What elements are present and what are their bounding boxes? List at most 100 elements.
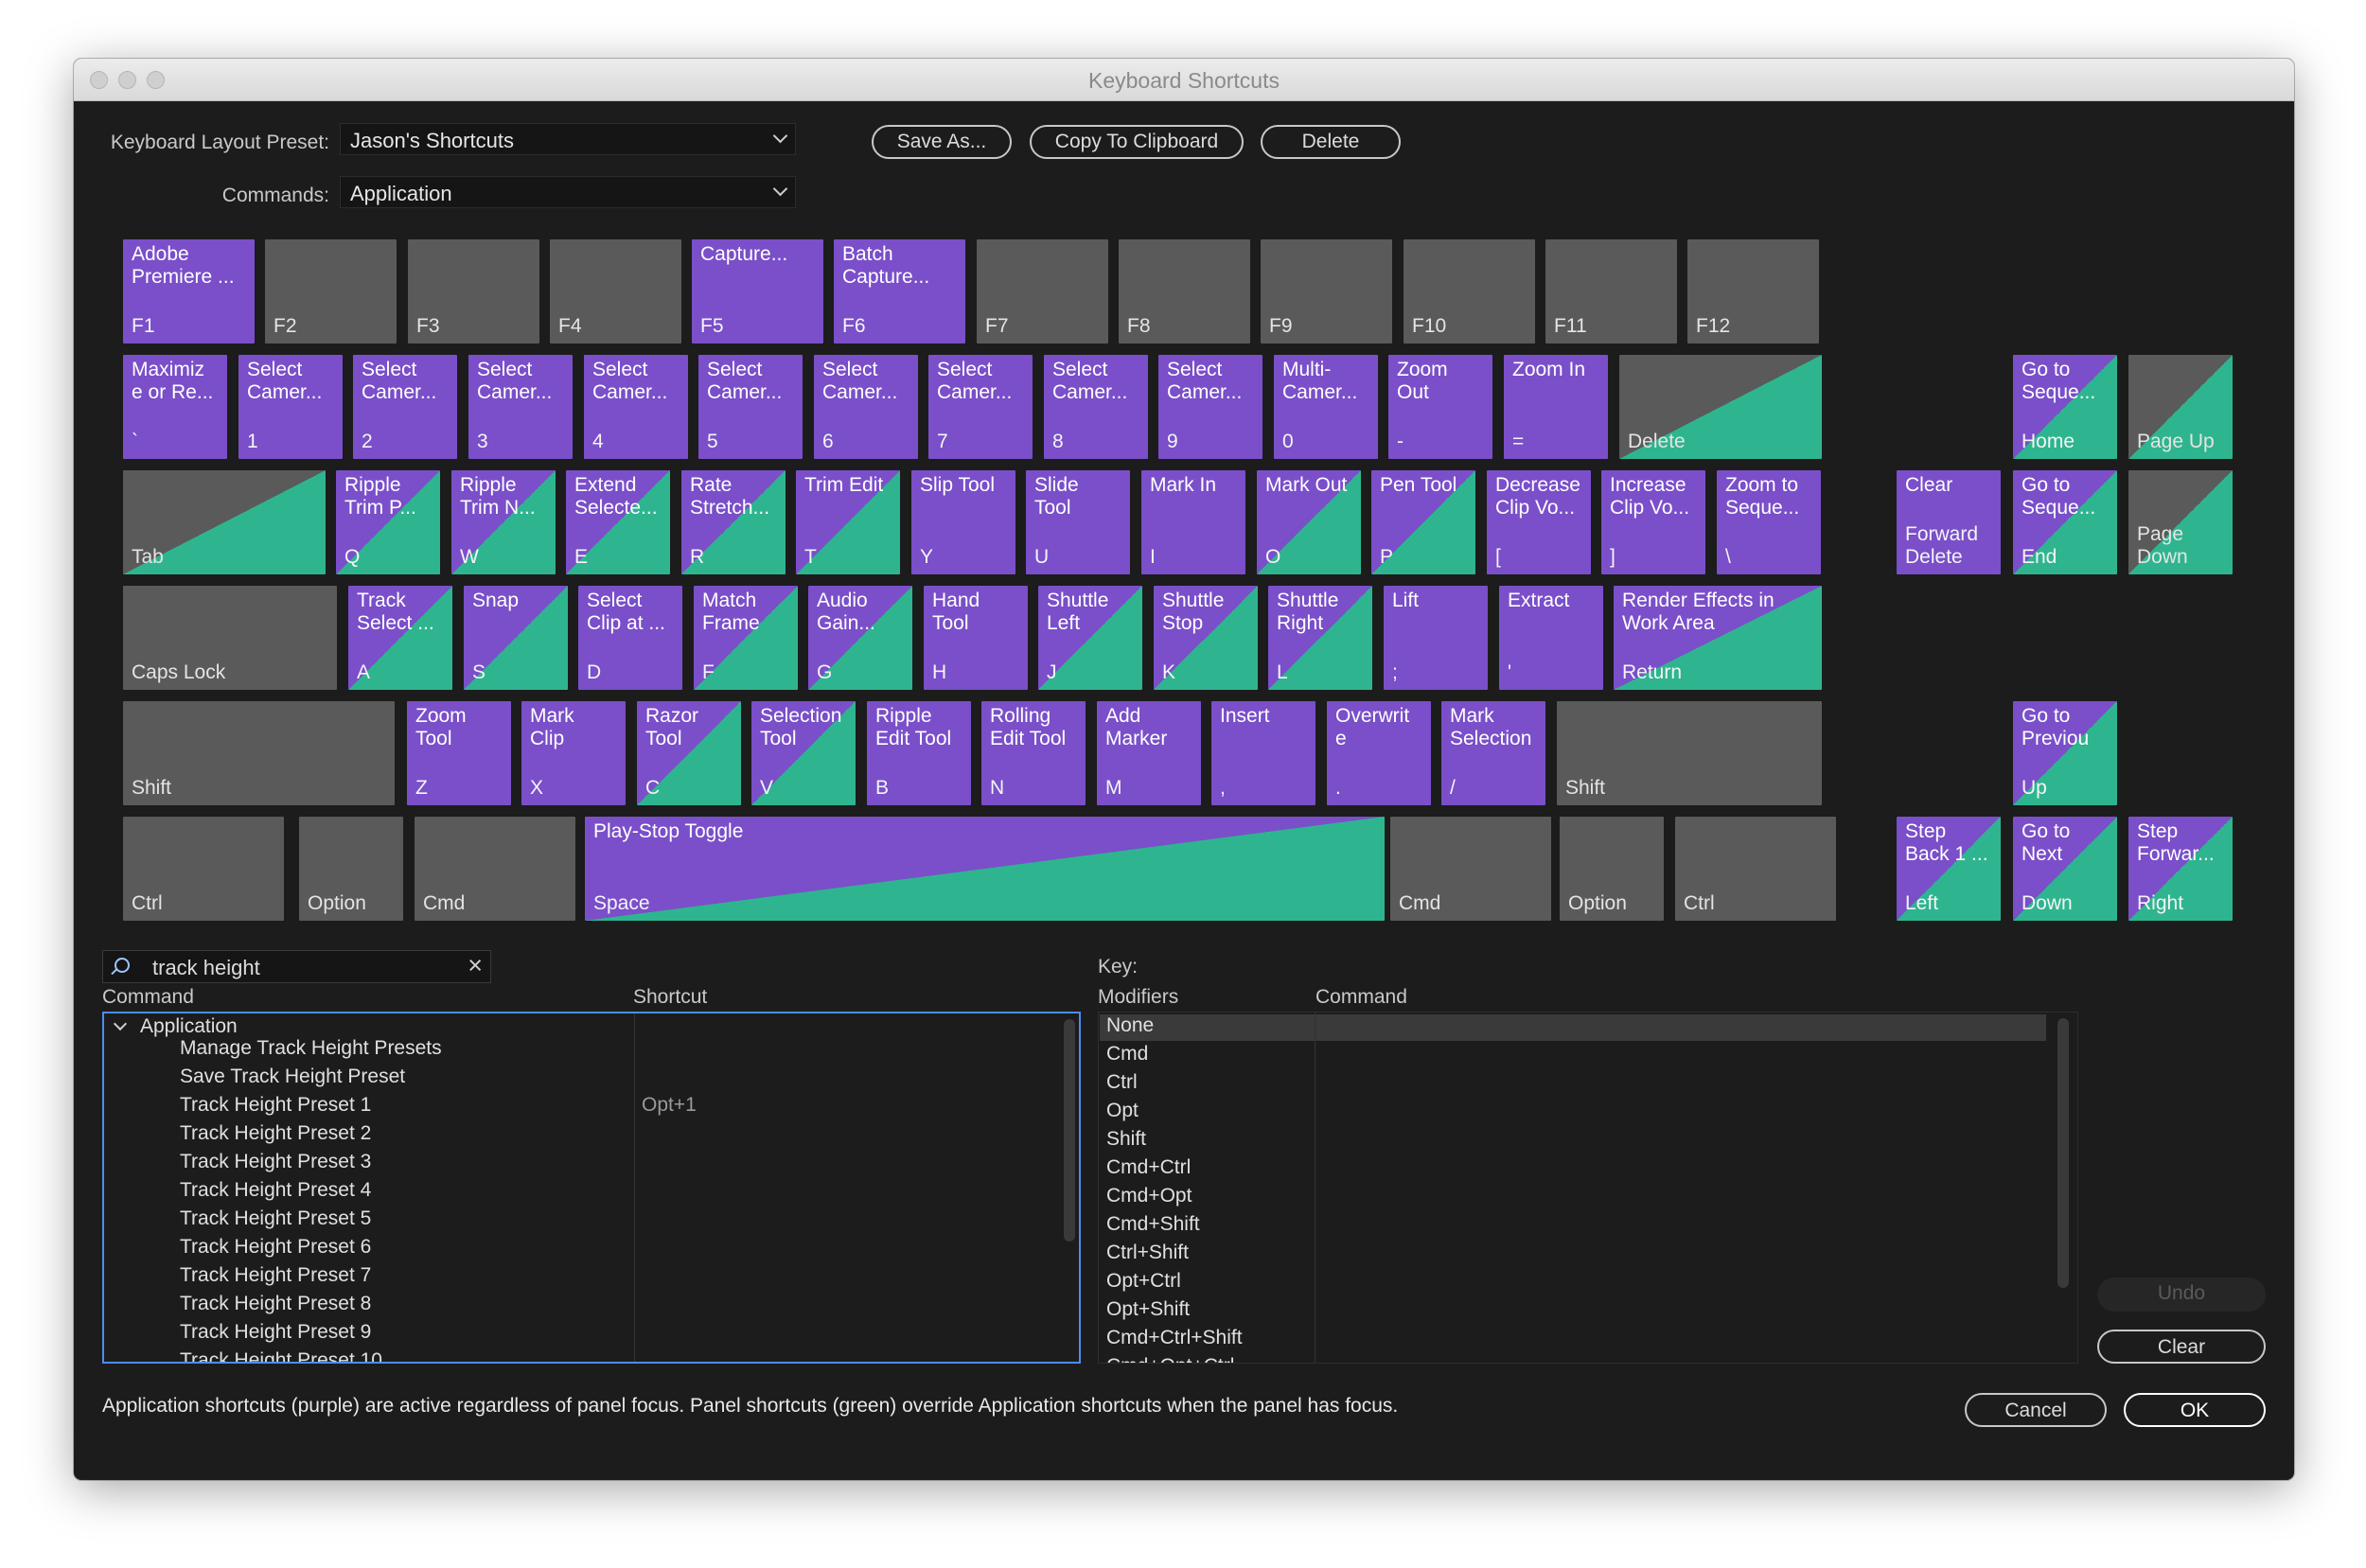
modifier-row[interactable]: Cmd+Shift <box>1106 1213 1200 1242</box>
title-bar[interactable]: Keyboard Shortcuts <box>74 59 2294 101</box>
key-[interactable]: Zoom In = <box>1504 355 1608 459</box>
command-row[interactable]: Track Height Preset 6 <box>180 1236 371 1264</box>
key-t[interactable]: Trim Edit T <box>796 470 900 574</box>
key-f2[interactable]: F2 <box>265 239 397 344</box>
key-[interactable]: Extract ' <box>1499 586 1603 690</box>
clear-search-icon[interactable]: × <box>468 951 483 980</box>
delete-preset-button[interactable]: Delete <box>1261 125 1401 159</box>
key-f6[interactable]: Batch Capture... F6 <box>834 239 965 344</box>
search-field[interactable]: track height × <box>102 950 491 983</box>
key-z[interactable]: Zoom Tool Z <box>407 701 511 805</box>
preset-select[interactable]: Jason's Shortcuts <box>340 123 796 155</box>
key-f4[interactable]: F4 <box>550 239 681 344</box>
key-r[interactable]: Rate Stretch... R <box>681 470 786 574</box>
scrollbar-thumb[interactable] <box>1064 1019 1075 1242</box>
key-ctrl[interactable]: Ctrl <box>123 817 284 921</box>
modifier-row[interactable]: Cmd+Opt <box>1106 1185 1192 1213</box>
modifier-row[interactable]: Opt+Shift <box>1106 1298 1190 1327</box>
key-i[interactable]: Mark In I <box>1141 470 1245 574</box>
key-l[interactable]: Shuttle Right L <box>1268 586 1372 690</box>
key-shift[interactable]: Shift <box>123 701 395 805</box>
key-c[interactable]: Razor Tool C <box>637 701 741 805</box>
ok-button[interactable]: OK <box>2124 1393 2266 1427</box>
chevron-down-icon[interactable] <box>113 1016 128 1031</box>
key-w[interactable]: Ripple Trim N... W <box>451 470 556 574</box>
key-n[interactable]: Rolling Edit Tool N <box>981 701 1086 805</box>
key-f9[interactable]: F9 <box>1261 239 1392 344</box>
modifier-row[interactable]: Opt <box>1106 1100 1139 1128</box>
key-5[interactable]: Select Camer... 5 <box>698 355 803 459</box>
key-[interactable]: Zoom to Seque... \ <box>1717 470 1821 574</box>
key-option[interactable]: Option <box>1560 817 1664 921</box>
key-a[interactable]: Track Select ... A <box>348 586 452 690</box>
command-row[interactable]: Track Height Preset 5 <box>180 1207 371 1236</box>
key-f7[interactable]: F7 <box>977 239 1108 344</box>
shortcut-cell[interactable]: Opt+1 <box>642 1094 697 1122</box>
key-return[interactable]: Render Effects in Work Area Return <box>1614 586 1822 690</box>
key-page-up[interactable]: Page Up <box>2128 355 2233 459</box>
key-8[interactable]: Select Camer... 8 <box>1044 355 1148 459</box>
key-3[interactable]: Select Camer... 3 <box>468 355 573 459</box>
key-o[interactable]: Mark Out O <box>1257 470 1361 574</box>
key-p[interactable]: Pen Tool P <box>1371 470 1475 574</box>
key-y[interactable]: Slip Tool Y <box>911 470 1015 574</box>
modifier-row[interactable]: Cmd+Opt+Ctrl <box>1106 1355 1234 1363</box>
key-u[interactable]: Slide Tool U <box>1026 470 1130 574</box>
search-input[interactable]: track height <box>152 956 260 980</box>
key-home[interactable]: Go to Seque... Home <box>2013 355 2117 459</box>
key-shift[interactable]: Shift <box>1557 701 1822 805</box>
key-7[interactable]: Select Camer... 7 <box>928 355 1033 459</box>
command-row[interactable]: Track Height Preset 7 <box>180 1264 371 1293</box>
command-row[interactable]: Track Height Preset 2 <box>180 1122 371 1151</box>
command-row[interactable]: Track Height Preset 4 <box>180 1179 371 1207</box>
key-9[interactable]: Select Camer... 9 <box>1158 355 1262 459</box>
key-up[interactable]: Go to Previou Up <box>2013 701 2117 805</box>
key-option[interactable]: Option <box>299 817 403 921</box>
modifier-row[interactable]: Cmd <box>1106 1043 1148 1071</box>
undo-button[interactable]: Undo <box>2097 1277 2266 1312</box>
cancel-button[interactable]: Cancel <box>1965 1393 2107 1427</box>
command-row[interactable]: Track Height Preset 9 <box>180 1321 371 1349</box>
modifier-list[interactable]: None Cmd Ctrl Opt Shift Cmd+Ctrl Cmd+Opt Cmd+Sh… <box>1098 1012 2078 1364</box>
key-f3[interactable]: F3 <box>408 239 539 344</box>
key-cmd[interactable]: Cmd <box>415 817 575 921</box>
key-f12[interactable]: F12 <box>1687 239 1819 344</box>
key-f10[interactable]: F10 <box>1404 239 1535 344</box>
key-e[interactable]: Extend Selecte... E <box>566 470 670 574</box>
key-j[interactable]: Shuttle Left J <box>1038 586 1142 690</box>
key-[interactable]: Increase Clip Vo...] <box>1601 470 1705 574</box>
key-x[interactable]: Mark Clip X <box>521 701 626 805</box>
key-[interactable]: Insert, <box>1211 701 1315 805</box>
key-f11[interactable]: F11 <box>1545 239 1677 344</box>
key-[interactable]: Overwrit e. <box>1327 701 1431 805</box>
clear-button[interactable]: Clear <box>2097 1330 2266 1364</box>
command-row[interactable]: Track Height Preset 1 <box>180 1094 371 1122</box>
command-column-header[interactable]: Command <box>102 986 194 1009</box>
modifier-row[interactable]: Cmd+Ctrl+Shift <box>1106 1327 1243 1355</box>
modifier-row[interactable]: None <box>1106 1014 1154 1043</box>
key-0[interactable]: Multi- Camer... 0 <box>1274 355 1378 459</box>
key-2[interactable]: Select Camer... 2 <box>353 355 457 459</box>
key-f1[interactable]: Adobe Premiere ... F1 <box>123 239 255 344</box>
modifier-row[interactable]: Ctrl <box>1106 1071 1138 1100</box>
key-[interactable]: Decrease Clip Vo... [ <box>1487 470 1591 574</box>
command-row[interactable]: Track Height Preset 3 <box>180 1151 371 1179</box>
key-f[interactable]: Match Frame F <box>694 586 798 690</box>
key-q[interactable]: Ripple Trim P... Q <box>336 470 440 574</box>
key-cmd[interactable]: Cmd <box>1390 817 1551 921</box>
key-caps-lock[interactable]: Caps Lock <box>123 586 337 690</box>
key-f5[interactable]: Capture... F5 <box>692 239 823 344</box>
key-v[interactable]: Selection Tool V <box>751 701 856 805</box>
key-m[interactable]: Add Marker M <box>1097 701 1201 805</box>
save-as-button[interactable]: Save As... <box>872 125 1012 159</box>
key-[interactable]: Mark Selection / <box>1441 701 1545 805</box>
key-left[interactable]: Step Back 1 ... Left <box>1897 817 2001 921</box>
command-row[interactable]: Manage Track Height Presets <box>180 1037 442 1066</box>
key-d[interactable]: Select Clip at ... D <box>578 586 682 690</box>
key-ctrl[interactable]: Ctrl <box>1675 817 1836 921</box>
key-1[interactable]: Select Camer... 1 <box>238 355 343 459</box>
key-space[interactable]: Play-Stop Toggle Space <box>585 817 1385 921</box>
copy-to-clipboard-button[interactable]: Copy To Clipboard <box>1030 125 1244 159</box>
shortcut-column-header[interactable]: Shortcut <box>633 986 707 1009</box>
key-b[interactable]: Ripple Edit Tool B <box>867 701 971 805</box>
